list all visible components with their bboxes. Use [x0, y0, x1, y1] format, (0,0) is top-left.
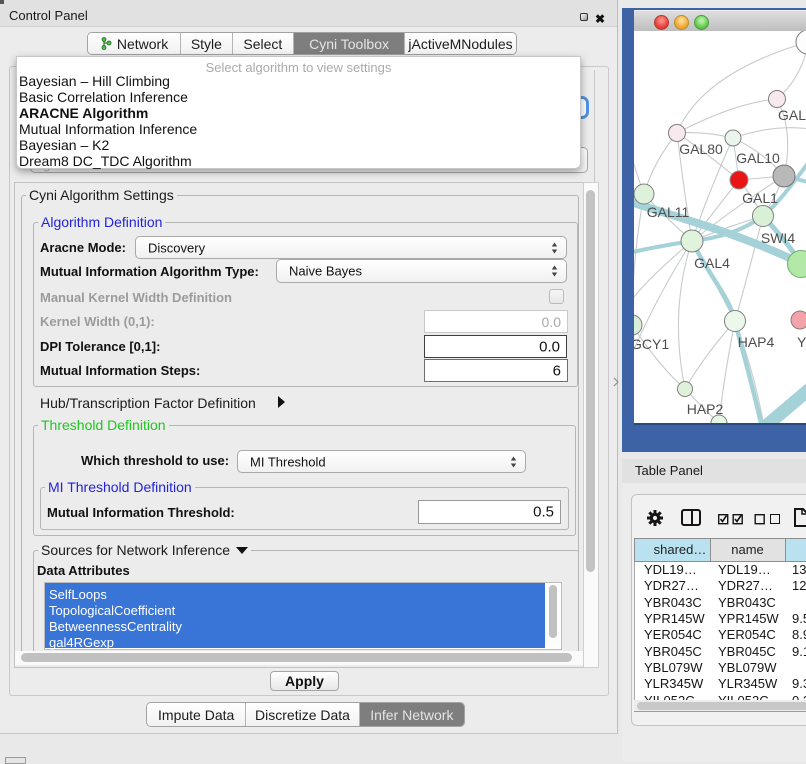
svg-text:Y: Y [797, 334, 806, 350]
svg-text:GAL4: GAL4 [694, 255, 730, 271]
svg-text:HAP4: HAP4 [738, 334, 775, 350]
svg-text:GAL1: GAL1 [742, 190, 778, 206]
svg-text:GAL11: GAL11 [647, 204, 690, 220]
svg-text:GAL10: GAL10 [736, 150, 780, 166]
svg-text:GCY1: GCY1 [634, 336, 669, 352]
svg-text:HAP2: HAP2 [687, 401, 724, 417]
svg-text:SWI4: SWI4 [761, 230, 795, 246]
svg-text:GAL80: GAL80 [679, 141, 723, 157]
svg-text:GAL7: GAL7 [778, 107, 806, 123]
